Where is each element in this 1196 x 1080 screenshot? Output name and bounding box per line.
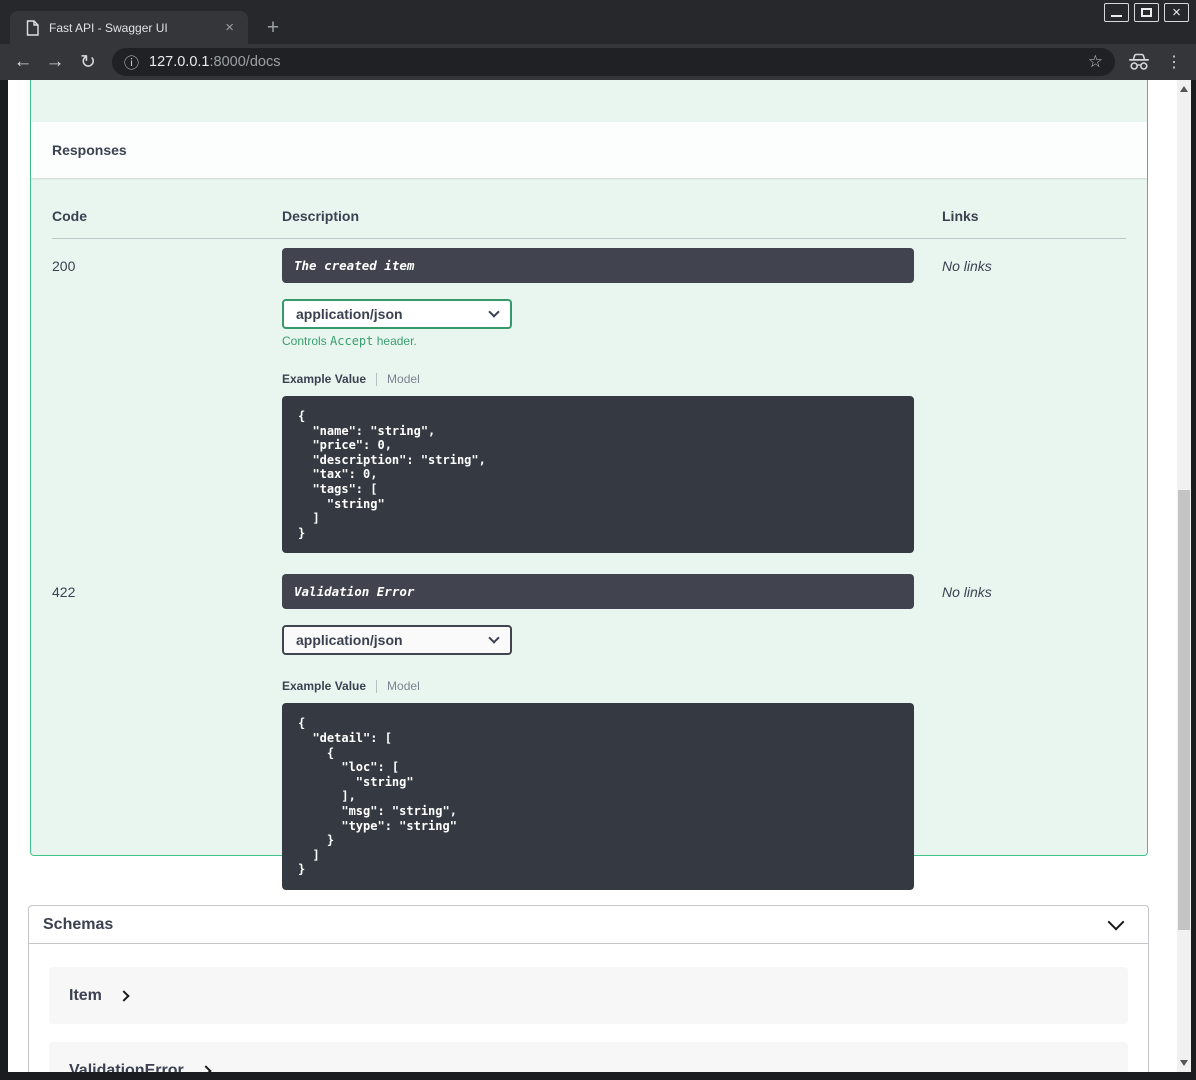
new-tab-button[interactable]: + bbox=[261, 16, 285, 40]
example-model-tabs: Example Value Model bbox=[282, 679, 942, 693]
responses-table: Code Description Links 200 The created i… bbox=[31, 178, 1147, 910]
response-description-cell: The created item application/json Contro… bbox=[282, 248, 942, 554]
example-model-tabs: Example Value Model bbox=[282, 372, 942, 386]
responses-table-header: Code Description Links bbox=[52, 178, 1126, 239]
chevron-down-icon[interactable] bbox=[1107, 913, 1125, 930]
page-content: Responses Code Description Links 200 The… bbox=[8, 80, 1177, 1072]
col-header-description: Description bbox=[282, 208, 360, 224]
browser-menu-icon[interactable]: ⋮ bbox=[1162, 44, 1186, 80]
response-description-cell: Validation Error application/json Exampl… bbox=[282, 574, 942, 890]
url-path: :8000/docs bbox=[209, 54, 281, 70]
minimize-button[interactable] bbox=[1104, 3, 1129, 22]
minimize-icon bbox=[1111, 14, 1122, 17]
tab-divider bbox=[376, 372, 378, 386]
example-json-block: { "name": "string", "price": 0, "descrip… bbox=[282, 396, 914, 554]
accept-header-note: Controls Accept header. bbox=[282, 334, 417, 348]
url-host: 127.0.0.1 bbox=[149, 54, 210, 70]
tab-title: Fast API - Swagger UI bbox=[49, 20, 168, 35]
maximize-icon bbox=[1141, 8, 1152, 17]
scroll-up-icon[interactable] bbox=[1180, 86, 1188, 92]
browser-toolbar: ← → ↻ ⓘ 127.0.0.1:8000/docs ☆ ⋮ bbox=[0, 44, 1196, 80]
chevron-down-icon bbox=[488, 306, 500, 318]
chevron-down-icon bbox=[488, 632, 500, 645]
scroll-down-icon[interactable] bbox=[1180, 1060, 1188, 1066]
media-type-value: application/json bbox=[296, 632, 403, 649]
model-label: Item bbox=[69, 986, 102, 1004]
chevron-right-icon bbox=[200, 1064, 212, 1072]
response-links: No links bbox=[942, 258, 992, 274]
media-type-select[interactable]: application/json bbox=[282, 299, 512, 329]
model-validationerror[interactable]: ValidationError bbox=[49, 1042, 1128, 1072]
reload-button[interactable]: ↻ bbox=[73, 44, 103, 80]
model-item[interactable]: Item bbox=[49, 967, 1128, 1024]
tab-example-value[interactable]: Example Value bbox=[282, 372, 366, 386]
col-header-code: Code bbox=[52, 208, 87, 224]
response-row-200: 200 The created item application/json Co… bbox=[52, 239, 1126, 554]
close-window-button[interactable]: × bbox=[1164, 3, 1189, 22]
responses-section-header: Responses bbox=[31, 122, 1147, 178]
responses-title: Responses bbox=[52, 142, 127, 158]
response-code: 200 bbox=[52, 258, 76, 274]
tab-model[interactable]: Model bbox=[387, 679, 420, 693]
response-description: The created item bbox=[282, 248, 914, 283]
tab-example-value[interactable]: Example Value bbox=[282, 679, 366, 693]
response-row-422: 422 Validation Error application/json Ex… bbox=[52, 565, 1126, 890]
response-description: Validation Error bbox=[282, 574, 914, 610]
address-bar[interactable]: ⓘ 127.0.0.1:8000/docs ☆ bbox=[112, 48, 1115, 76]
bookmark-star-icon[interactable]: ☆ bbox=[1088, 52, 1103, 72]
tab-close-icon[interactable]: × bbox=[221, 19, 238, 36]
browser-tab[interactable]: Fast API - Swagger UI × bbox=[10, 11, 248, 44]
site-info-icon[interactable]: ⓘ bbox=[124, 52, 139, 73]
schemas-section: Schemas Item ValidationError bbox=[28, 905, 1149, 1072]
document-icon bbox=[26, 19, 39, 36]
media-type-select[interactable]: application/json bbox=[282, 625, 512, 656]
operation-panel: Responses Code Description Links 200 The… bbox=[30, 80, 1148, 890]
window-controls: × bbox=[1104, 3, 1189, 22]
example-json-block: { "detail": [ { "loc": [ "string" ], "ms… bbox=[282, 703, 914, 890]
close-window-icon: × bbox=[1172, 4, 1181, 21]
tab-model[interactable]: Model bbox=[387, 372, 420, 386]
scrollbar-thumb[interactable] bbox=[1178, 490, 1190, 930]
back-button[interactable]: ← bbox=[8, 44, 38, 80]
model-label: ValidationError bbox=[69, 1061, 184, 1073]
forward-button[interactable]: → bbox=[40, 44, 70, 80]
scrollbar[interactable] bbox=[1177, 80, 1191, 1072]
maximize-button[interactable] bbox=[1134, 3, 1159, 22]
tab-divider bbox=[376, 679, 378, 693]
incognito-icon[interactable] bbox=[1127, 53, 1151, 76]
media-type-value: application/json bbox=[296, 306, 403, 322]
schemas-header[interactable]: Schemas bbox=[29, 906, 1148, 944]
schemas-body: Item ValidationError bbox=[29, 944, 1148, 1072]
col-header-links: Links bbox=[942, 208, 979, 224]
response-links: No links bbox=[942, 584, 992, 601]
response-code: 422 bbox=[52, 584, 76, 601]
schemas-title: Schemas bbox=[43, 915, 114, 933]
chevron-right-icon bbox=[118, 989, 130, 1002]
titlebar: × Fast API - Swagger UI × + bbox=[0, 0, 1196, 44]
